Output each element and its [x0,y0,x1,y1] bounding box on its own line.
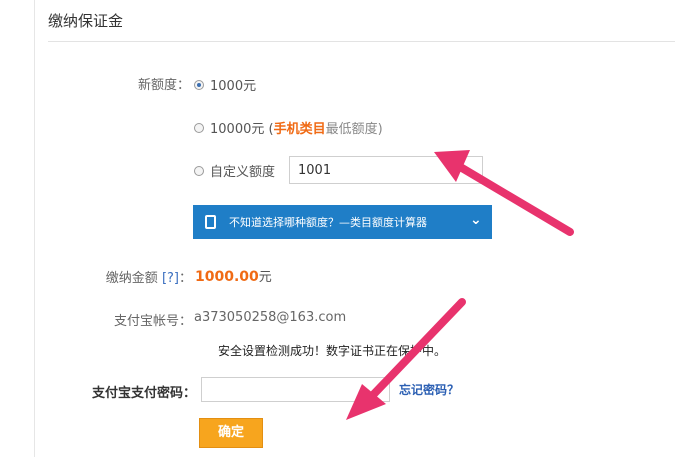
calculator-icon [205,215,216,229]
minimum-quota-text: 最低额度) [325,122,383,137]
amount-unit: 元 [258,270,272,285]
confirm-button[interactable]: 确定 [199,418,263,448]
quota-option-10000-label: 10000元 (手机类目最低额度) [210,118,383,137]
quota-radio-10000[interactable] [194,123,204,133]
quota-option-10000-prefix: 10000元 ( [210,122,274,137]
amount-value-row: 1000.00元 [195,266,272,285]
payment-password-input[interactable] [201,377,390,402]
quota-radio-custom[interactable] [194,166,204,176]
header-divider [48,41,675,42]
payment-password-label: 支付宝支付密码： [91,386,196,401]
amount-help-link[interactable]: [?] [162,271,179,286]
alipay-account-label: 支付宝帐号： [113,314,192,329]
quota-option-1000-label: 1000元 [210,79,257,94]
chevron-down-icon[interactable]: ⌄ [470,212,482,228]
custom-amount-input[interactable] [289,156,483,184]
page-title: 缴纳保证金 [48,12,124,30]
amount-colon: ： [178,271,192,286]
security-notice: 安全设置检测成功！数字证书正在保护中。 [218,344,447,358]
phone-category-text: 手机类目 [273,122,326,137]
quota-calculator-text: 不知道选择哪种额度？—类目额度计算器 [229,216,427,229]
quota-label: 新额度： [137,78,190,93]
amount-value: 1000.00 [195,269,259,285]
alipay-account-value: a373050258@163.com [194,310,347,325]
quota-option-custom-label: 自定义额度 [210,165,276,180]
quota-calculator-bar[interactable]: 不知道选择哪种额度？—类目额度计算器 ⌄ [193,205,492,239]
amount-label: 缴纳金额 [105,271,158,286]
forgot-password-link[interactable]: 忘记密码？ [399,381,459,398]
amount-label-row: 缴纳金额 [?]： [88,267,192,286]
quota-radio-1000[interactable] [194,80,204,90]
